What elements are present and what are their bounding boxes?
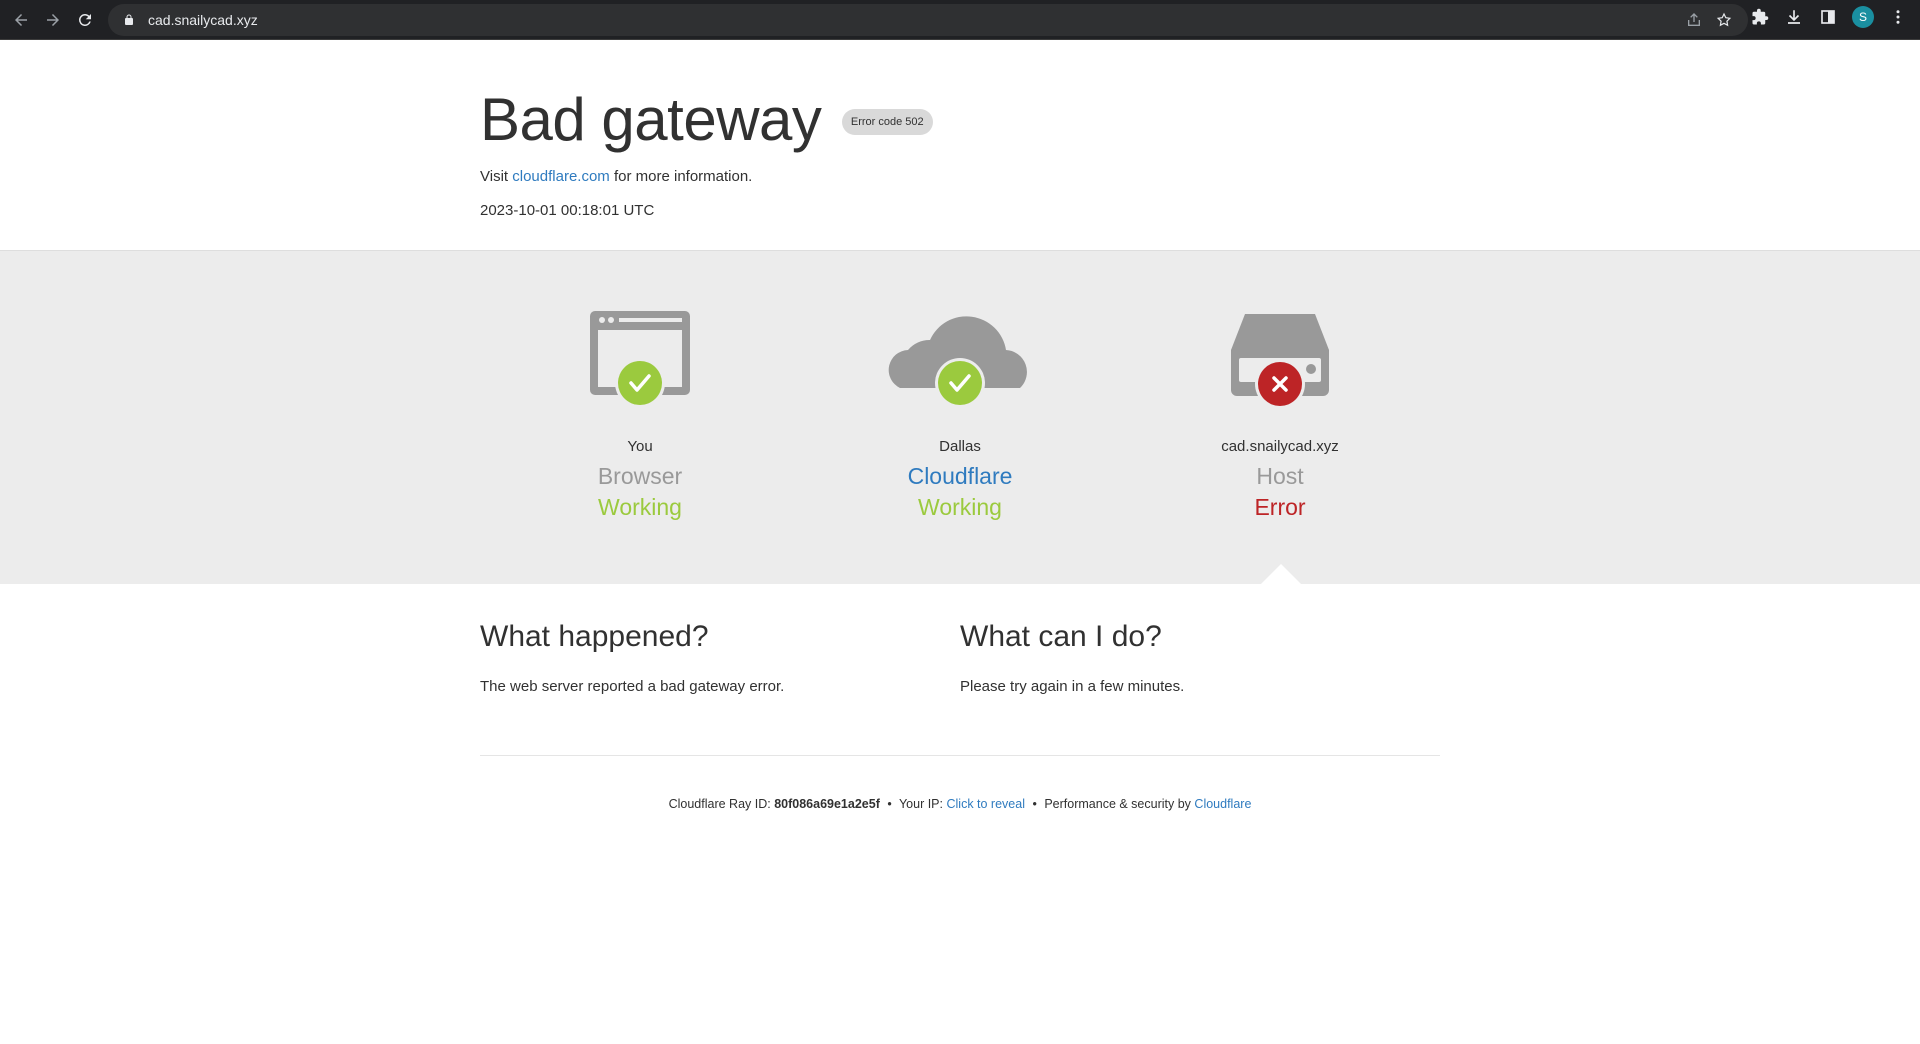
- reveal-ip-button[interactable]: Click to reveal: [946, 797, 1025, 811]
- url-text[interactable]: cad.snailycad.xyz: [148, 12, 258, 28]
- performance-label: Performance & security by: [1044, 797, 1191, 811]
- diagnostic-cloudflare: Dallas Cloudflare Working: [800, 306, 1120, 521]
- server-icon: [1231, 314, 1329, 409]
- what-happened-text: The web server reported a bad gateway er…: [480, 678, 785, 695]
- diagnostic-status: Error: [1254, 494, 1306, 520]
- diagnostic-location: Dallas: [939, 438, 981, 455]
- visit-prefix: Visit: [480, 168, 509, 185]
- visit-suffix: for more information.: [613, 168, 753, 185]
- side-panel-icon[interactable]: [1818, 7, 1838, 27]
- reload-button[interactable]: [72, 7, 98, 33]
- diagnostic-status: Working: [918, 494, 1002, 520]
- ip-label: Your IP:: [898, 797, 943, 811]
- page-title: Bad gateway: [480, 86, 822, 153]
- cloudflare-footer-link[interactable]: Cloudflare: [1194, 797, 1251, 811]
- cloudflare-link[interactable]: cloudflare.com: [512, 168, 610, 185]
- ray-id-value: 80f086a69e1a2e5f: [774, 797, 880, 811]
- browser-icon: [590, 311, 690, 408]
- cloud-icon: [888, 316, 1027, 408]
- diagnostic-location: cad.snailycad.xyz: [1221, 438, 1339, 455]
- browser-toolbar: cad.snailycad.xyz S: [0, 0, 1920, 40]
- diagnostic-host: cad.snailycad.xyz Host Error: [1120, 306, 1440, 521]
- footer-separator: •: [1032, 797, 1037, 811]
- what-can-i-do-text: Please try again in a few minutes.: [960, 678, 1185, 695]
- footer-divider: [480, 755, 1440, 756]
- address-bar[interactable]: cad.snailycad.xyz: [108, 4, 1748, 36]
- diagnostic-location: You: [627, 438, 653, 455]
- what-can-i-do-title: What can I do?: [960, 620, 1162, 653]
- arrow-right-icon: [47, 14, 59, 26]
- ray-id-label: Cloudflare Ray ID:: [668, 797, 771, 811]
- diagnostic-role: Browser: [597, 463, 683, 489]
- diagnostic-browser: You Browser Working: [480, 306, 800, 521]
- visit-line: Visit cloudflare.com for more informatio…: [480, 168, 1440, 185]
- extensions-icon[interactable]: [1750, 7, 1770, 27]
- share-icon[interactable]: [1684, 10, 1704, 30]
- error-code-badge: Error code 502: [841, 108, 933, 135]
- error-header: Bad gateway Error code 502 Visit cloudfl…: [480, 85, 1440, 219]
- footer-separator: •: [887, 797, 892, 811]
- what-happened-block: What happened? The web server reported a…: [480, 620, 960, 695]
- diagnostic-role: Host: [1256, 463, 1304, 489]
- diagnostic-status: Working: [598, 494, 682, 520]
- diagnostics-band: You Browser Working Dallas Cloudflare Wo…: [0, 250, 1920, 584]
- footer: Cloudflare Ray ID: 80f086a69e1a2e5f • Yo…: [0, 797, 1920, 811]
- info-section: What happened? The web server reported a…: [480, 620, 1440, 695]
- error-pointer-notch: [1261, 564, 1301, 584]
- profile-avatar[interactable]: S: [1852, 6, 1874, 28]
- diagnostic-role[interactable]: Cloudflare: [800, 463, 1120, 490]
- reload-icon: [78, 13, 91, 26]
- bookmark-star-icon[interactable]: [1714, 10, 1734, 30]
- more-menu-icon[interactable]: [1888, 7, 1908, 27]
- what-happened-title: What happened?: [480, 620, 709, 653]
- timestamp: 2023-10-01 00:18:01 UTC: [480, 202, 655, 219]
- download-icon[interactable]: [1784, 7, 1804, 27]
- lock-icon: [122, 13, 136, 27]
- what-can-i-do-block: What can I do? Please try again in a few…: [960, 620, 1440, 695]
- back-button[interactable]: [8, 7, 34, 33]
- forward-button[interactable]: [40, 7, 66, 33]
- arrow-left-icon: [15, 14, 27, 26]
